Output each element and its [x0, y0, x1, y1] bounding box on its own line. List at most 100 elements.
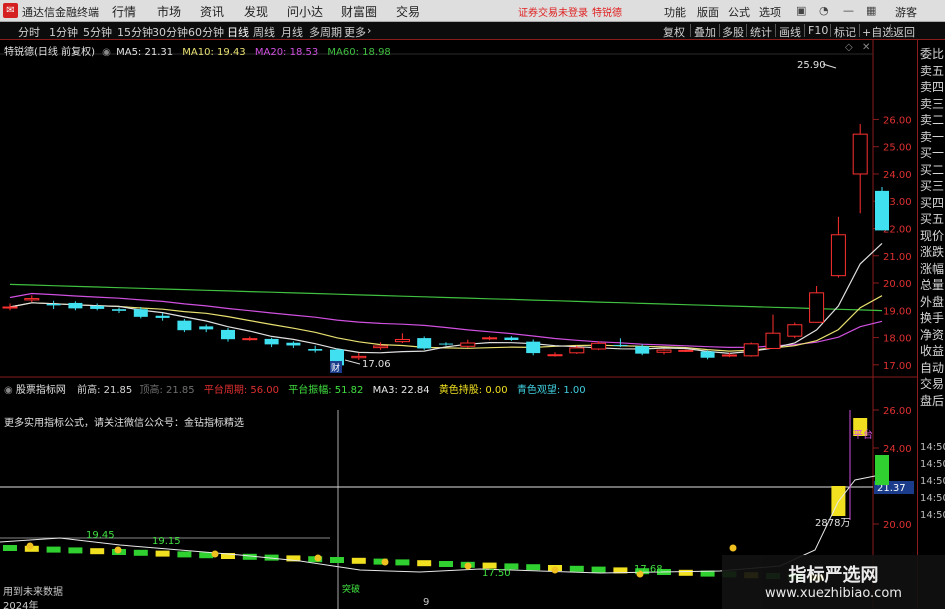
sub-label: 17.68: [634, 564, 663, 575]
price-tick-label: 18.00: [883, 334, 912, 345]
candle[interactable]: [504, 336, 519, 341]
candles[interactable]: [2, 124, 889, 368]
candle[interactable]: [46, 300, 61, 309]
candle[interactable]: [591, 341, 607, 351]
candle[interactable]: [526, 339, 541, 356]
candle[interactable]: [417, 336, 432, 350]
candle[interactable]: [460, 339, 476, 348]
indicator-bar: [351, 557, 366, 564]
hold-dot: [26, 542, 34, 550]
period-monthly[interactable]: 月线: [281, 24, 303, 40]
indicator-bar: [569, 565, 584, 572]
stock-link[interactable]: 特锐德: [592, 4, 622, 19]
candle[interactable]: [264, 337, 279, 348]
period-timeshare[interactable]: 分时: [18, 24, 40, 40]
candle[interactable]: [482, 336, 498, 341]
settings-icon[interactable]: ◉: [102, 47, 111, 58]
period-weekly[interactable]: 周线: [253, 24, 275, 40]
candle[interactable]: [177, 319, 192, 333]
chevron-right-icon[interactable]: ›: [367, 24, 371, 37]
bell-icon[interactable]: ◔: [819, 4, 829, 17]
divider: [746, 24, 747, 37]
candle[interactable]: [700, 350, 715, 360]
ma60-legend: MA60: 18.98: [327, 47, 391, 58]
main-header: 特锐德(日线 前复权): [4, 47, 95, 58]
window-icon[interactable]: ▣: [796, 4, 806, 17]
candle[interactable]: [656, 349, 672, 355]
candle[interactable]: [787, 322, 803, 339]
candle[interactable]: [199, 324, 214, 333]
tool-f10[interactable]: F10: [808, 24, 828, 37]
ma20-line: [9, 292, 883, 349]
candle[interactable]: [830, 216, 846, 278]
guest-label[interactable]: 游客: [895, 4, 917, 20]
tool-back[interactable]: 返回: [893, 24, 915, 40]
candle[interactable]: [24, 295, 40, 303]
menu-news[interactable]: 资讯: [200, 3, 224, 20]
info-row-label: 买四: [920, 195, 945, 210]
login-warning[interactable]: 证券交易未登录: [518, 4, 588, 19]
tool-adjust[interactable]: 复权: [663, 24, 685, 40]
indicator-bar: [177, 551, 192, 558]
close-icon[interactable]: ✕: [862, 42, 870, 53]
tool-add-watchlist[interactable]: +自选: [862, 24, 893, 40]
menu-layout[interactable]: 版面: [697, 4, 719, 20]
candle[interactable]: [809, 286, 825, 323]
divider: [859, 24, 860, 37]
menu-quote[interactable]: 行情: [112, 3, 136, 20]
menu-market[interactable]: 市场: [157, 3, 181, 20]
period-30min[interactable]: 30分钟: [152, 24, 188, 40]
tool-draw[interactable]: 画线: [779, 24, 801, 40]
tool-mark[interactable]: 标记: [834, 24, 856, 40]
indicator-bar: [591, 566, 606, 573]
indicator-bar: [875, 455, 889, 485]
period-multi[interactable]: 多周期: [309, 24, 342, 40]
candle[interactable]: [394, 333, 410, 344]
menu-ask[interactable]: 问小达: [287, 3, 323, 20]
candle[interactable]: [68, 301, 83, 311]
candle[interactable]: [373, 342, 389, 350]
settings-icon[interactable]: ◉: [4, 385, 13, 396]
candle[interactable]: [547, 352, 563, 357]
period-more[interactable]: 更多: [344, 24, 366, 40]
menu-trade[interactable]: 交易: [396, 3, 420, 20]
info-row-label: 涨幅: [920, 261, 945, 276]
candle[interactable]: [875, 187, 889, 231]
menu-discover[interactable]: 发现: [244, 3, 268, 20]
tool-overlay[interactable]: 叠加: [694, 24, 716, 40]
candle[interactable]: [112, 307, 126, 314]
indicator-bar: [133, 549, 148, 556]
diamond-icon[interactable]: ◇: [845, 42, 853, 53]
tool-stats[interactable]: 统计: [750, 24, 772, 40]
candle[interactable]: [286, 341, 301, 348]
ma5-path: [9, 242, 883, 355]
period-5min[interactable]: 5分钟: [83, 24, 112, 40]
candle[interactable]: [90, 303, 105, 311]
info-row-label: 净资: [920, 327, 945, 342]
candle[interactable]: [308, 345, 323, 353]
candle[interactable]: [439, 342, 453, 346]
candle[interactable]: [765, 314, 781, 349]
menu-function[interactable]: 功能: [664, 4, 686, 20]
period-daily[interactable]: 日线: [227, 24, 249, 40]
period-60min[interactable]: 60分钟: [188, 24, 224, 40]
menu-options[interactable]: 选项: [759, 4, 781, 20]
kline-chart[interactable]: 26.0025.0024.0023.0022.0021.0020.0019.00…: [0, 40, 917, 609]
menu-wealth[interactable]: 财富圈: [341, 3, 377, 20]
candle[interactable]: [2, 303, 18, 311]
grid-icon[interactable]: ▦: [866, 4, 876, 17]
menu-formula[interactable]: 公式: [728, 4, 750, 20]
period-15min[interactable]: 15分钟: [117, 24, 153, 40]
candle[interactable]: [242, 336, 258, 341]
ma5-line: [9, 242, 883, 355]
divider: [719, 24, 720, 37]
indicator-bar: [395, 559, 410, 566]
minimize-icon[interactable]: —: [843, 4, 854, 17]
candle[interactable]: [852, 124, 868, 214]
high-annotation: 25.90: [797, 60, 837, 71]
period-1min[interactable]: 1分钟: [49, 24, 78, 40]
chart-area[interactable]: 26.00 25.00 24.00 23.00 22.00 21.00 20.00 19.00…: [0, 40, 945, 609]
tool-multistock[interactable]: 多股: [722, 24, 744, 40]
candle[interactable]: [221, 328, 235, 342]
candle[interactable]: [743, 342, 759, 357]
